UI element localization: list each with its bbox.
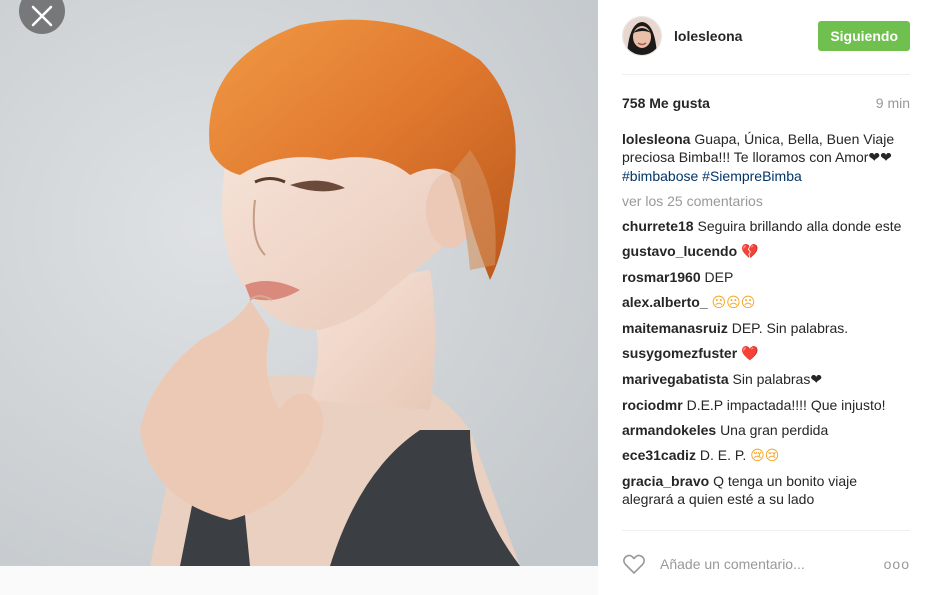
heart-emoji: ❤️ (741, 346, 759, 362)
caption: lolesleona Guapa, Única, Bella, Buen Via… (622, 130, 910, 185)
comment-username[interactable]: ece31cadiz (622, 447, 696, 463)
heart-emoji: ❤ (810, 372, 823, 388)
avatar[interactable] (622, 16, 662, 56)
add-comment-input[interactable] (658, 555, 862, 573)
comment-text: DEP (704, 269, 734, 285)
comment-username[interactable]: susygomezfuster (622, 345, 737, 361)
comment-item: rosmar1960 DEP (622, 268, 910, 286)
photo-bottom-strip (0, 566, 598, 595)
portrait-image (0, 0, 598, 566)
post-side-panel: lolesleona Siguiendo 758 Me gusta 9 min … (598, 0, 932, 595)
hashtag-link[interactable]: #SiempreBimba (702, 168, 802, 184)
crying-face-emoji: 😢😢 (750, 448, 780, 464)
view-all-comments-link[interactable]: ver los 25 comentarios (622, 192, 910, 210)
comment-username[interactable]: gracia_bravo (622, 473, 709, 489)
comment-text: D.E.P impactada!!!! Que injusto! (686, 397, 886, 413)
comment-username[interactable]: maitemanasruiz (622, 320, 728, 336)
broken-heart-emoji: 💔 (741, 244, 759, 260)
comment-item: ece31cadiz D. E. P. 😢😢 (622, 446, 910, 465)
close-icon (31, 5, 53, 27)
comment-item: rociodmr D.E.P impactada!!!! Que injusto… (622, 396, 910, 414)
caption-username[interactable]: lolesleona (622, 131, 690, 147)
comment-item: maitemanasruiz DEP. Sin palabras. (622, 319, 910, 337)
comment-username[interactable]: armandokeles (622, 422, 716, 438)
comment-username[interactable]: churrete18 (622, 218, 694, 234)
comment-username[interactable]: alex.alberto_ (622, 294, 708, 310)
comment-username[interactable]: gustavo_lucendo (622, 243, 737, 259)
sad-face-emoji: ☹☹☹ (711, 295, 756, 311)
hashtag-link[interactable]: #bimbabose (622, 168, 698, 184)
comment-text: Seguira brillando alla donde este (697, 218, 902, 234)
post-time[interactable]: 9 min (876, 95, 910, 111)
comment-text: D. E. P. (699, 447, 747, 463)
header-divider (622, 74, 910, 75)
avatar-image (623, 17, 661, 55)
caption-hearts: ❤❤ (868, 150, 892, 166)
post-header: lolesleona Siguiendo (622, 14, 910, 58)
like-heart-icon[interactable] (622, 553, 646, 575)
comment-username[interactable]: rociodmr (622, 397, 683, 413)
comment-username[interactable]: marivegabatista (622, 371, 729, 387)
comment-item: marivegabatista Sin palabras❤ (622, 370, 910, 389)
likes-row: 758 Me gusta 9 min (622, 95, 910, 111)
more-options-icon[interactable]: ooo (884, 556, 910, 572)
comment-text: Sin palabras (732, 371, 811, 387)
comment-text: DEP. Sin palabras. (731, 320, 849, 336)
comment-item: churrete18 Seguira brillando alla donde … (622, 217, 910, 235)
comment-username[interactable]: rosmar1960 (622, 269, 701, 285)
following-button[interactable]: Siguiendo (818, 21, 910, 51)
post-photo (0, 0, 598, 566)
comment-item: armandokeles Una gran perdida (622, 421, 910, 439)
comment-text: Una gran perdida (720, 422, 829, 438)
comment-item: gustavo_lucendo 💔 (622, 242, 910, 261)
comment-item: susygomezfuster ❤️ (622, 344, 910, 363)
comments-list: lolesleona Guapa, Única, Bella, Buen Via… (622, 130, 910, 515)
post-username[interactable]: lolesleona (674, 28, 742, 44)
likes-count[interactable]: 758 Me gusta (622, 95, 710, 111)
comments-divider (622, 530, 910, 531)
comment-item: alex.alberto_ ☹☹☹ (622, 293, 910, 312)
comment-item: gracia_bravo Q tenga un bonito viaje ale… (622, 472, 910, 508)
comment-bar: ooo (622, 548, 910, 580)
